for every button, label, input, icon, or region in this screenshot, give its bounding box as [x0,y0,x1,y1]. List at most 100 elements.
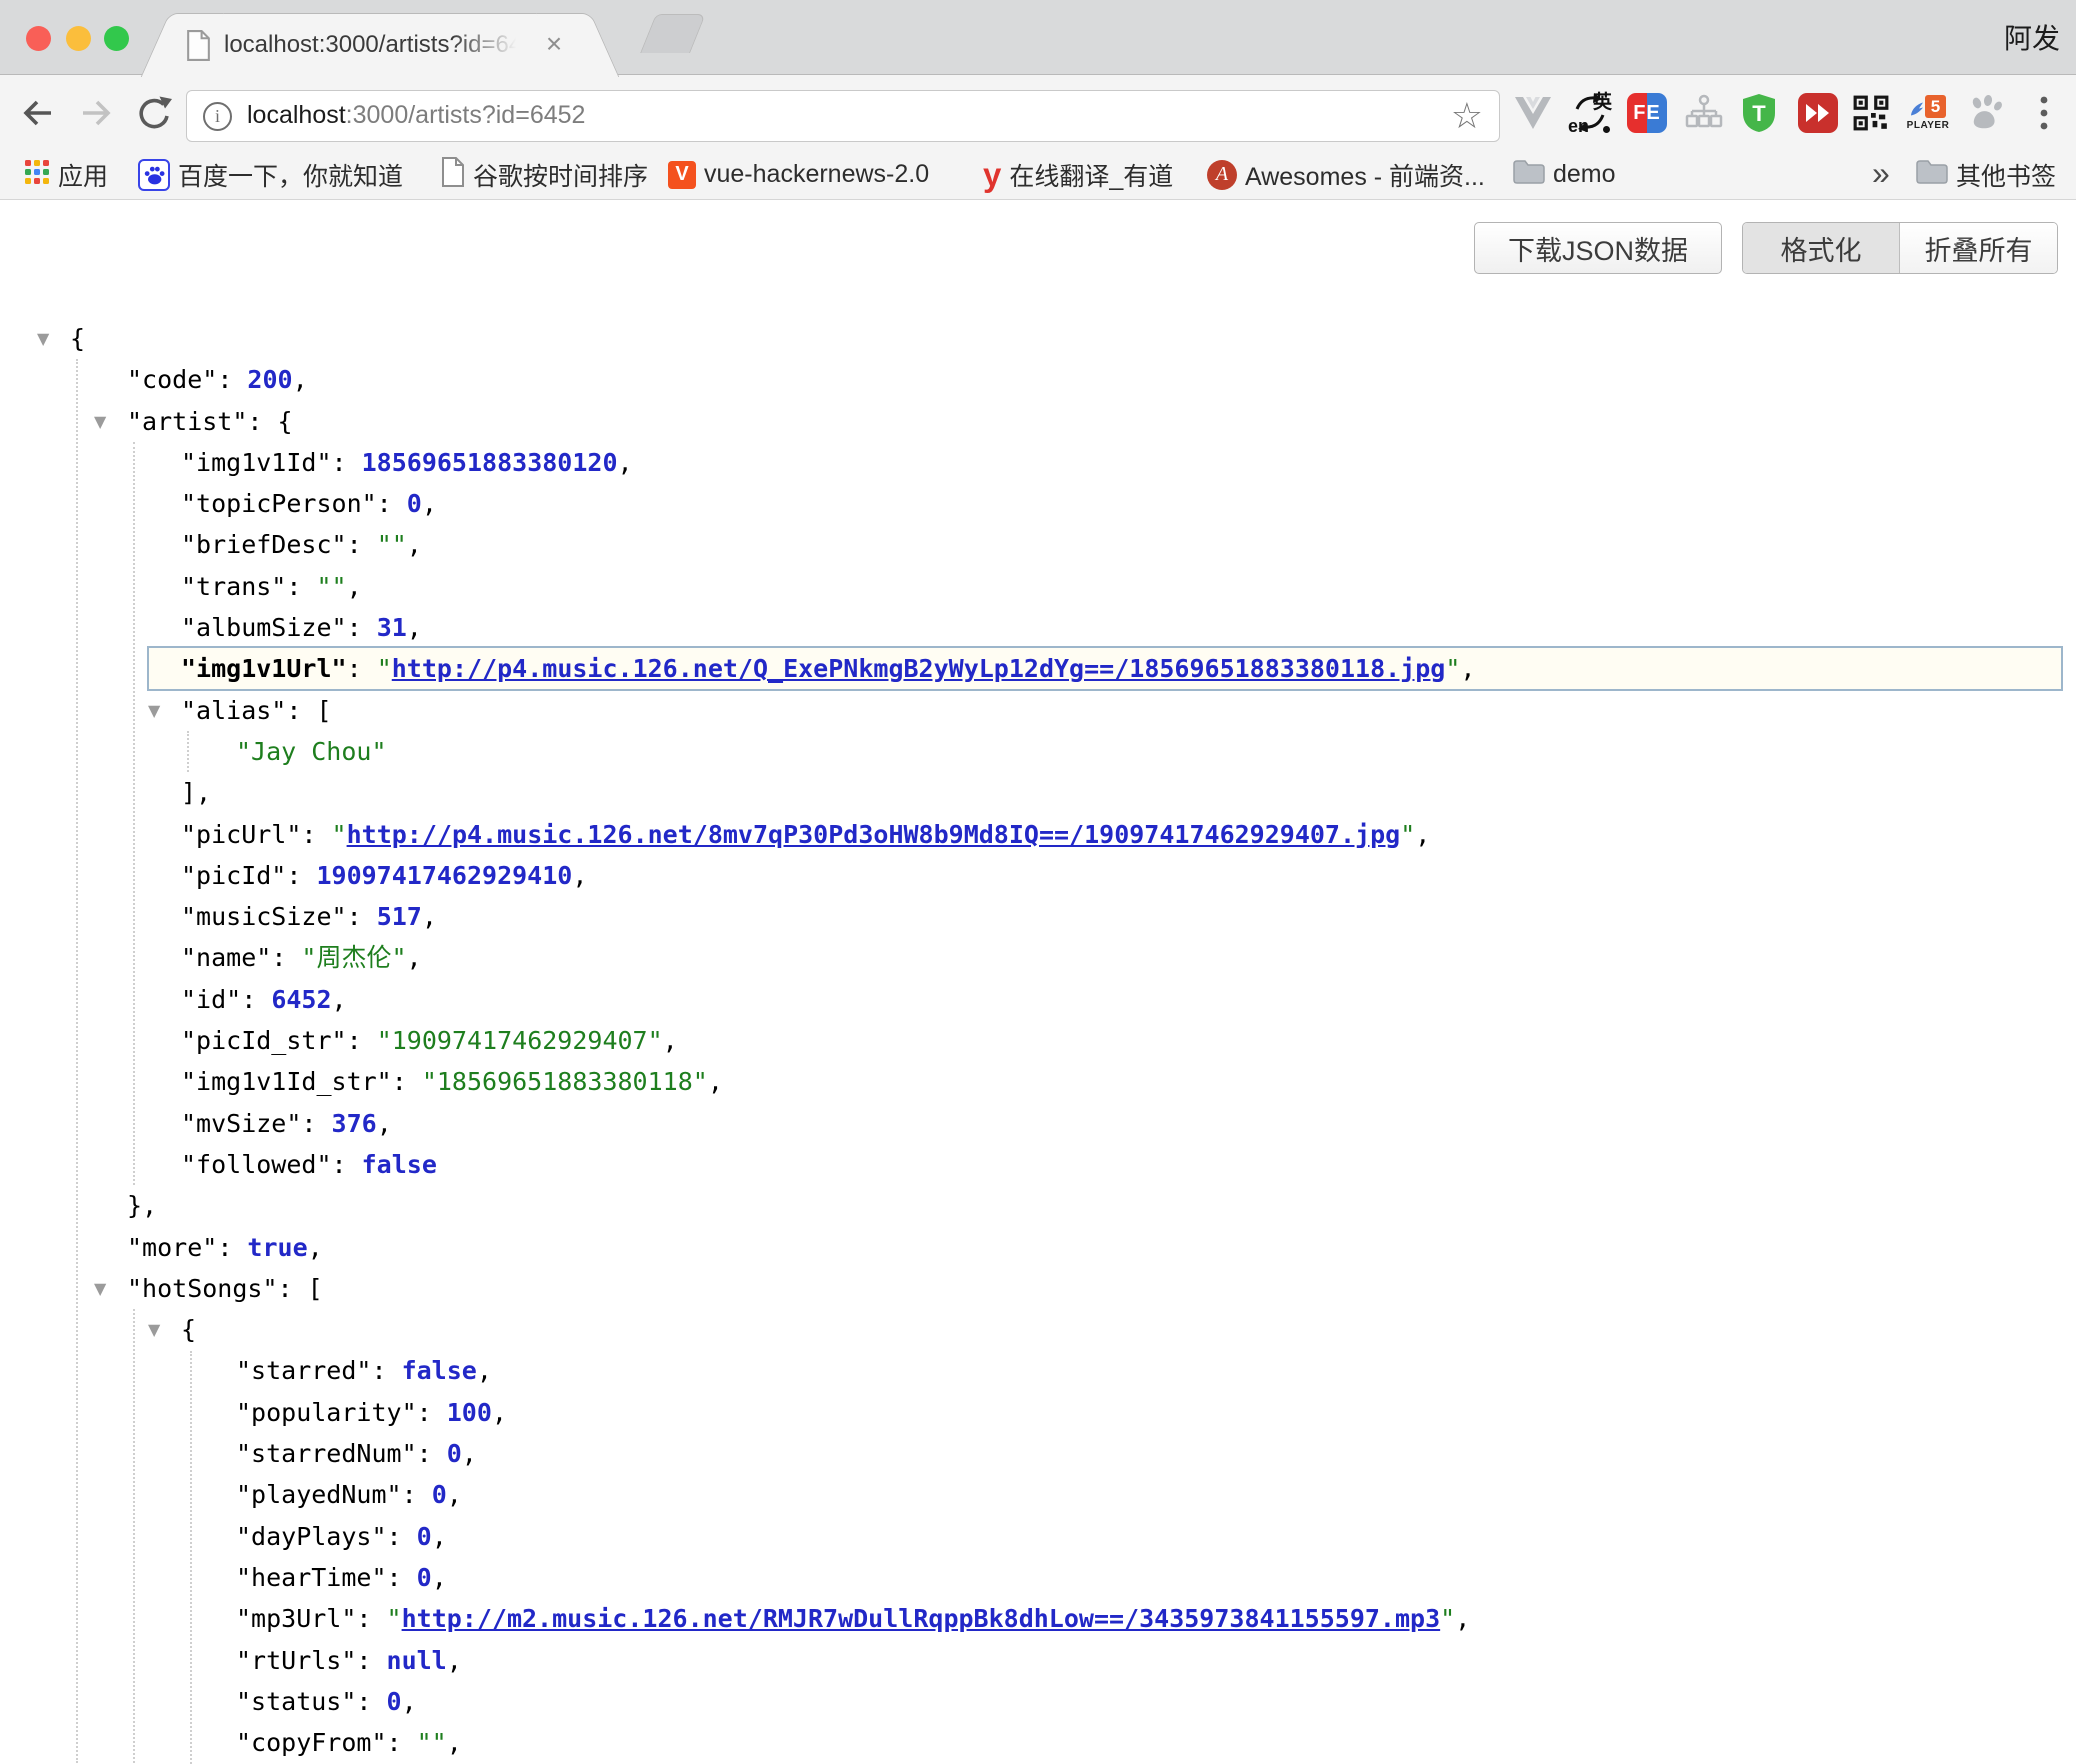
bookmark-baidu[interactable]: 百度一下，你就知道 [138,150,403,199]
json-token-punc: : [301,820,331,849]
collapse-toggle-icon[interactable]: ▼ [148,1309,160,1350]
collapse-toggle-icon[interactable]: ▼ [37,318,49,359]
json-token-punc: : [347,530,377,559]
json-token-key: "playedNum" [236,1480,402,1509]
json-line: "Jay Chou" [0,731,2076,772]
json-line: "starredNum": 0, [0,1433,2076,1474]
json-token-punc: : [347,613,377,642]
json-token-key: "rtUrls" [236,1646,356,1675]
collapse-toggle-icon[interactable]: ▼ [94,1268,106,1309]
vue-devtools-icon[interactable] [1511,91,1555,135]
json-line: "musicSize": 517, [0,896,2076,937]
json-token-key: "musicSize" [181,902,347,931]
json-token-key: "copyFrom" [236,1728,387,1757]
json-token-num: false [402,1356,477,1385]
bookmark-label: Awesomes - 前端资... [1245,157,1485,193]
json-line: "rtUrls": null, [0,1640,2076,1681]
json-token-num: true [247,1233,307,1262]
bookmark-folder-demo[interactable]: demo [1513,150,1616,199]
json-token-key: "hotSongs" [127,1274,278,1303]
bookmarks-overflow-chevron[interactable]: » [1872,150,1890,199]
json-token-num: 19097417462929410 [316,861,572,890]
bookmark-youdao-translate[interactable]: y 在线翻译_有道 [983,150,1173,199]
json-line: }, [0,1185,2076,1226]
baidu-paw-icon [138,159,170,191]
json-line: "more": true, [0,1227,2076,1268]
format-toggle-group: 格式化 折叠所有 [1742,222,2058,274]
bookmark-apps[interactable]: 应用 [24,150,108,199]
other-bookmarks-folder[interactable]: 其他书签 [1916,150,2056,199]
json-token-punc: , [447,1728,462,1757]
qrcode-icon[interactable] [1849,91,1893,135]
zoom-window-button[interactable] [104,26,129,51]
tab-close-icon[interactable]: × [536,14,572,76]
json-token-num: 200 [247,365,292,394]
bookmark-vue-hackernews[interactable]: V vue-hackernews-2.0 [668,150,929,199]
json-token-key: "dayPlays" [236,1522,387,1551]
collapse-toggle-icon[interactable]: ▼ [94,401,106,442]
bookmark-awesomes[interactable]: A Awesomes - 前端资... [1207,150,1485,199]
tab-bar: localhost:3000/artists?id=645 × 阿发 [0,0,2076,75]
tampermonkey-icon[interactable]: T [1737,91,1781,135]
sitemap-icon[interactable] [1682,91,1726,135]
collapse-toggle-icon[interactable]: ▼ [148,690,160,731]
json-token-num: null [387,1646,447,1675]
json-token-punc: , [618,448,633,477]
json-token-punc: , [462,1439,477,1468]
address-bar[interactable]: i localhost:3000/artists?id=6452 ☆ [186,90,1500,142]
close-window-button[interactable] [26,26,51,51]
json-token-punc: : [347,902,377,931]
json-token-str: "" [316,572,346,601]
chrome-menu-icon[interactable] [2022,91,2066,135]
bookmark-label: vue-hackernews-2.0 [704,160,929,189]
bookmark-google-sort[interactable]: 谷歌按时间排序 [441,150,648,199]
fehelper-icon[interactable]: FE [1625,91,1669,135]
json-token-key: "artist" [127,407,247,436]
json-url-link[interactable]: http://p4.music.126.net/Q_ExePNkmgB2yWyL… [392,654,1446,683]
download-json-button[interactable]: 下载JSON数据 [1474,222,1722,274]
forward-button[interactable] [74,91,118,135]
bookmark-label: 谷歌按时间排序 [473,157,648,193]
video-fast-forward-icon[interactable] [1796,91,1840,135]
json-line: "picId": 19097417462929410, [0,855,2076,896]
json-token-punc: , [402,1687,417,1716]
json-line: ▼{ [0,1309,2076,1350]
back-button[interactable] [16,91,60,135]
new-tab-button[interactable] [640,14,706,53]
json-url-link[interactable]: http://p4.music.126.net/8mv7qP30Pd3oHW8b… [347,820,1401,849]
json-token-punc: , [1415,820,1430,849]
page-content: 下载JSON数据 格式化 折叠所有 ▼{"code": 200,▼"artist… [0,200,2076,1754]
url-path: :3000/artists?id=6452 [346,101,586,129]
collapse-all-button[interactable]: 折叠所有 [1900,223,2057,273]
json-url-link[interactable]: http://m2.music.126.net/RMJR7wDullRqppBk… [402,1604,1441,1633]
translator-icon[interactable]: 英 en [1568,91,1612,135]
profile-name[interactable]: 阿发 [2004,17,2060,57]
json-line: "picUrl": "http://p4.music.126.net/8mv7q… [0,814,2076,855]
bookmark-star-icon[interactable]: ☆ [1451,93,1483,139]
json-token-punc: , [407,613,422,642]
minimize-window-button[interactable] [66,26,91,51]
json-token-punc: : [392,1067,422,1096]
json-line: "code": 200, [0,359,2076,400]
paw-icon[interactable] [1963,91,2007,135]
json-token-key: "popularity" [236,1398,417,1427]
html5-player-icon[interactable]: 5 PLAYER [1906,91,1950,135]
json-token-punc: { [70,324,85,353]
page-info-icon[interactable]: i [203,102,232,131]
json-line: "mvSize": 376, [0,1103,2076,1144]
json-token-punc: { [181,1315,196,1344]
json-token-strq: " [332,820,347,849]
reload-button[interactable] [132,91,176,135]
json-token-punc: : [417,1439,447,1468]
vue-favicon-icon: V [668,161,696,189]
json-token-punc: : [241,985,271,1014]
json-token-punc: : [387,1563,417,1592]
json-line: "name": "周杰伦", [0,937,2076,978]
format-button[interactable]: 格式化 [1743,223,1900,273]
json-token-punc: : [347,654,377,683]
browser-tab[interactable]: localhost:3000/artists?id=645 × [182,13,578,76]
json-token-key: "mvSize" [181,1109,301,1138]
json-token-punc: , [347,572,362,601]
json-tree: ▼{"code": 200,▼"artist": {"img1v1Id": 18… [0,318,2076,1754]
json-token-key: "mp3Url" [236,1604,356,1633]
